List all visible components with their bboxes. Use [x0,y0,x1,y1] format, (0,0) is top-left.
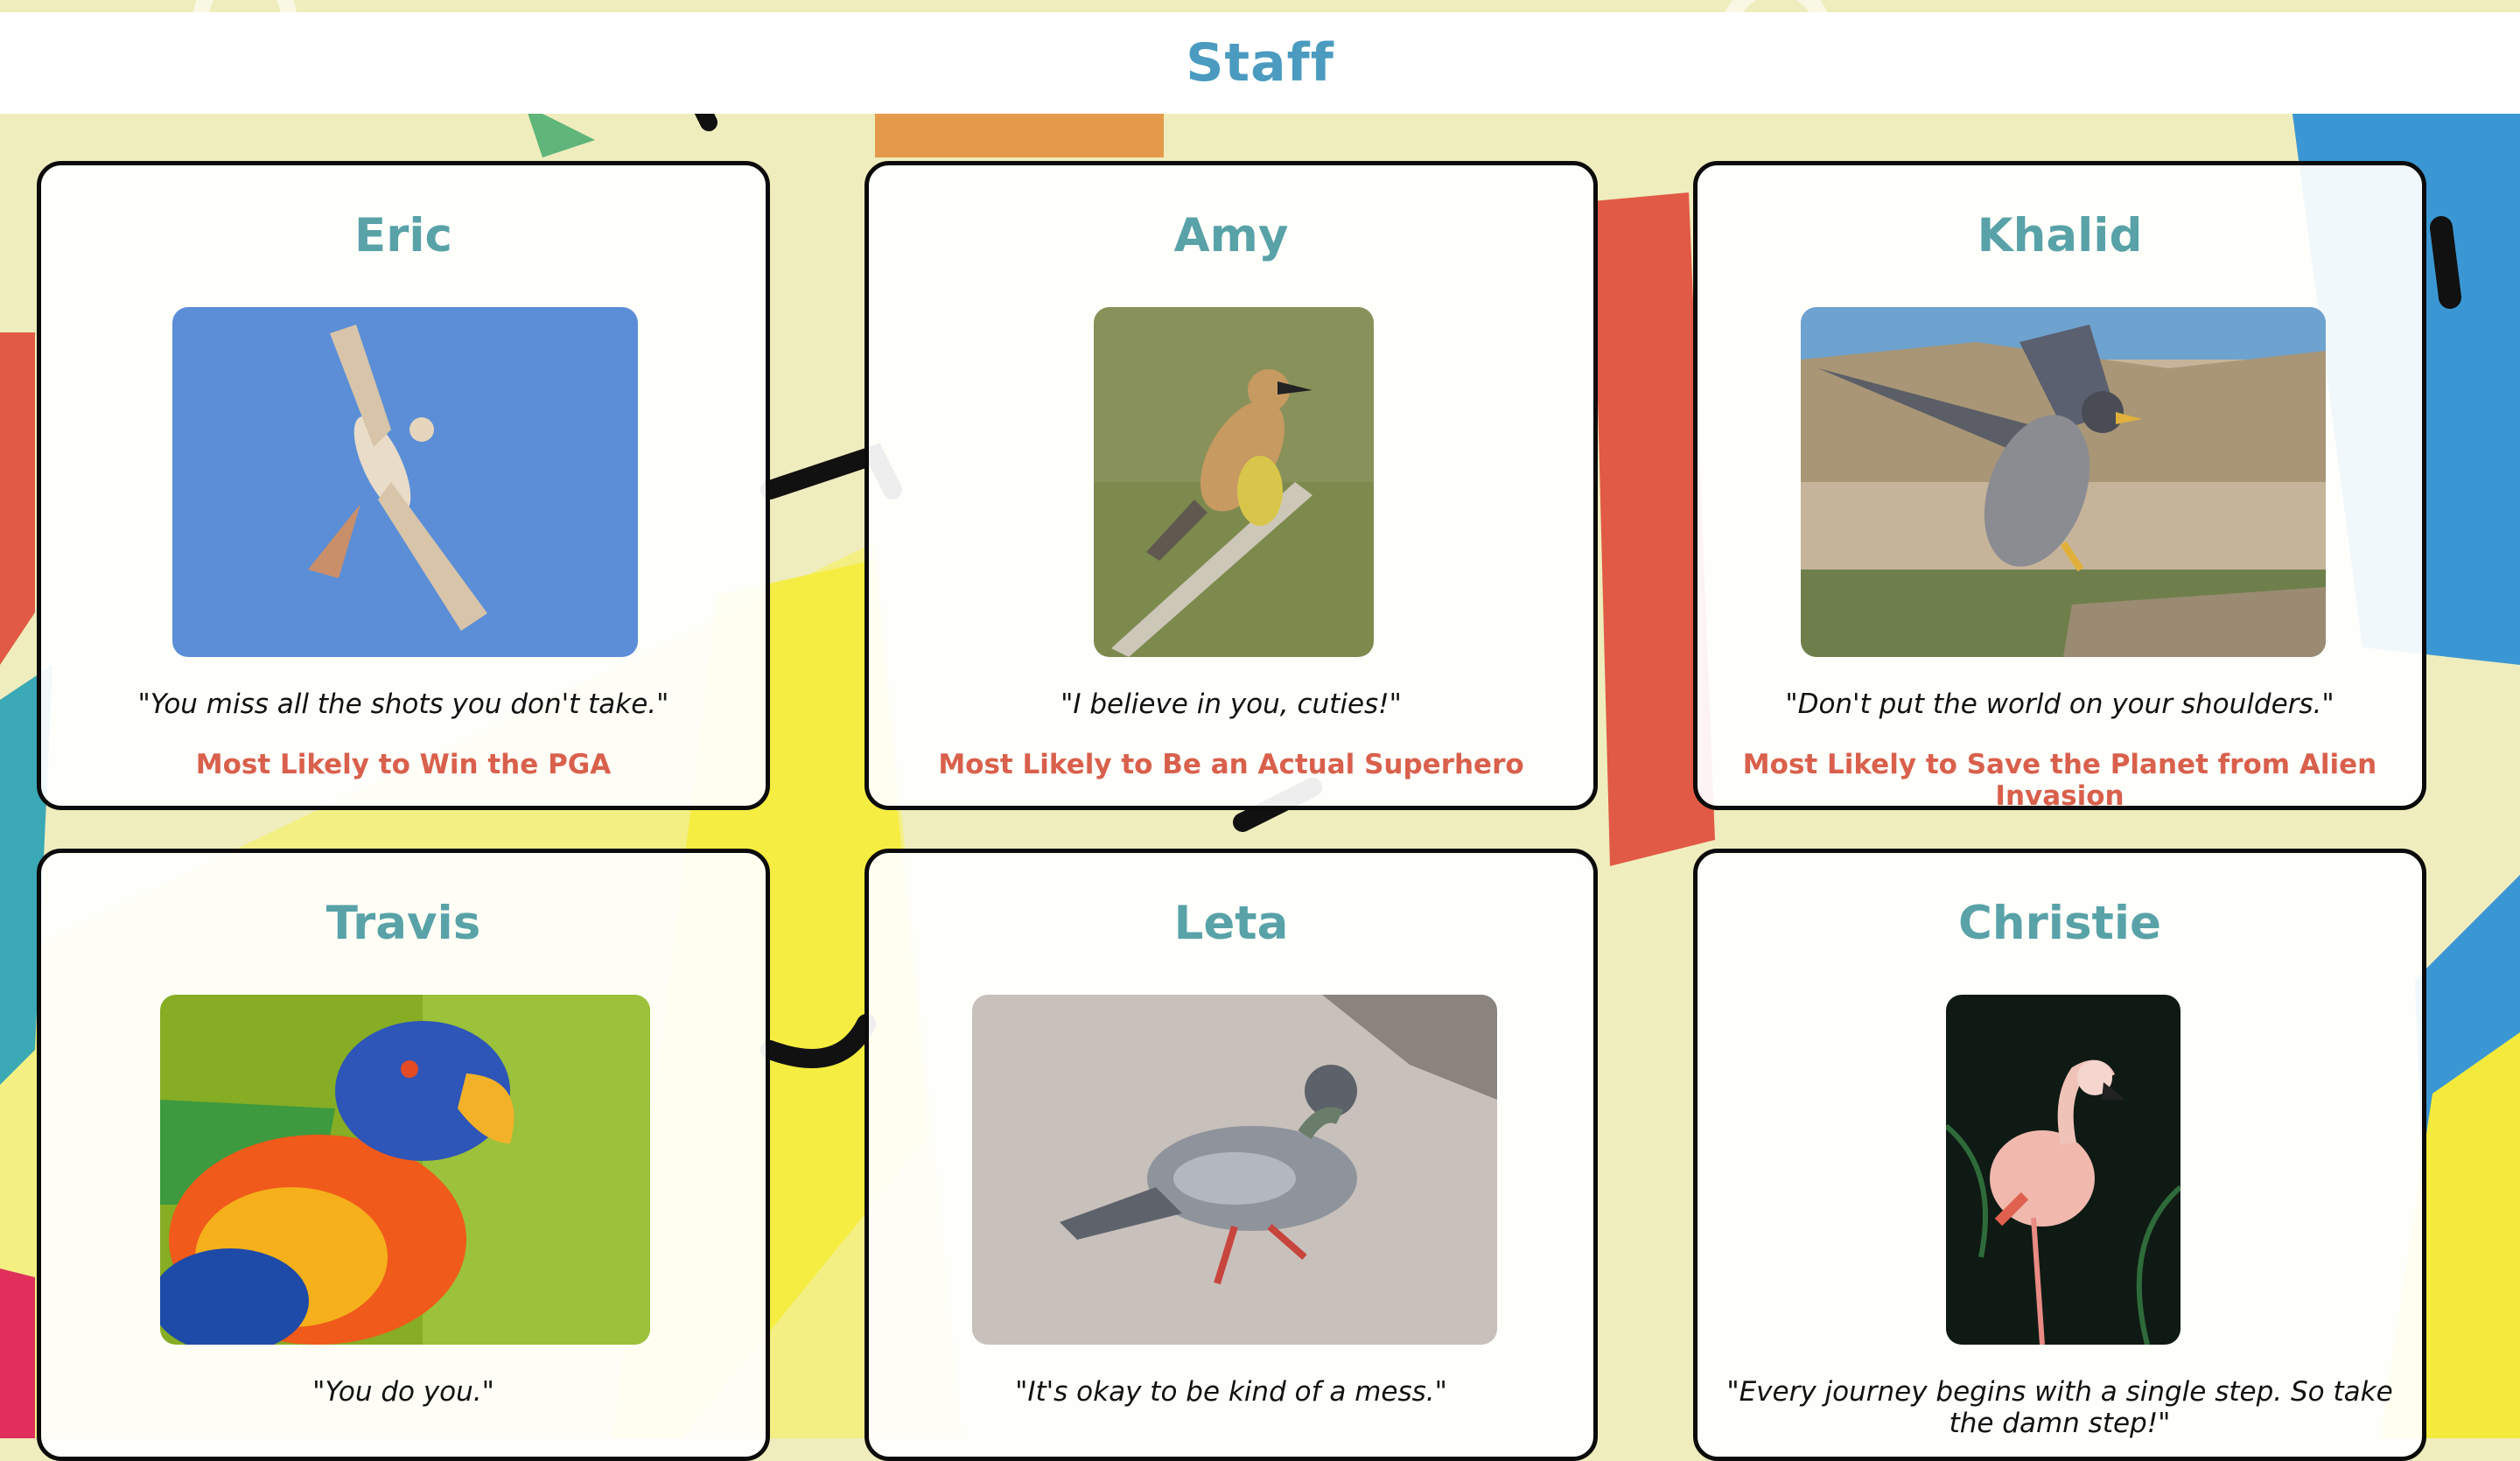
staff-quote: "You miss all the shots you don't take." [137,689,669,720]
staff-name: Travis [326,897,481,950]
staff-card-leta: Leta "It's okay to be kind of a mess." [864,849,1598,1461]
lorikeet-photo [160,995,650,1345]
falcon-photo [1801,307,2326,657]
staff-name: Khalid [1977,209,2143,262]
staff-quote: "Every journey begins with a single step… [1726,1376,2393,1439]
staff-award: Most Likely to Save the Planet from Alie… [1742,749,2377,812]
staff-quote: "It's okay to be kind of a mess." [1015,1376,1447,1408]
staff-quote: "Don't put the world on your shoulders." [1785,689,2334,720]
cedar-waxwing-photo [1094,307,1374,657]
staff-award: Most Likely to Win the PGA [195,749,612,780]
staff-award: Most Likely to Be an Actual Superhero [938,749,1524,780]
staff-card-travis: Travis "You do you." [37,849,770,1461]
page-header: Staff [0,12,2520,114]
staff-name: Eric [354,209,452,262]
staff-card-amy: Amy "I believe in you, cuties!" Most Lik… [864,161,1598,810]
hawk-photo [172,307,638,657]
staff-name: Leta [1173,897,1289,950]
staff-card-eric: Eric "You miss all the shots you don't t… [37,161,770,810]
staff-card-christie: Christie "Every journey begins with a si… [1693,849,2426,1461]
flamingo-photo [1946,995,2180,1345]
page-title: Staff [1186,32,1334,94]
staff-card-khalid: Khalid "Don't put the world on your shou… [1693,161,2426,812]
staff-name: Amy [1173,209,1289,262]
staff-quote: "You do you." [312,1376,494,1408]
staff-quote: "I believe in you, cuties!" [1060,689,1402,720]
staff-name: Christie [1958,897,2161,950]
pigeon-photo [972,995,1497,1345]
